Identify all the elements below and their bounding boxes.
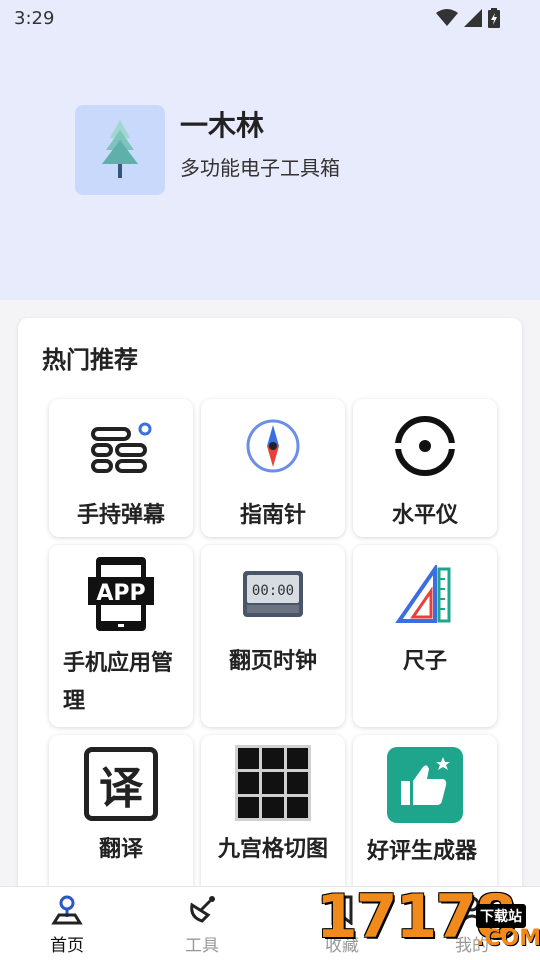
signal-icon [464, 9, 482, 27]
grid-cut-icon [235, 745, 311, 821]
thumbs-up-icon [387, 747, 463, 823]
ruler-icon [395, 565, 451, 623]
clock-text: 00:00 [252, 583, 294, 599]
home-icon [51, 895, 83, 925]
watermark-domain: .COM [476, 926, 540, 951]
tool-translate[interactable]: 译 翻译 [49, 735, 193, 895]
translate-icon: 译 [84, 747, 158, 821]
status-time: 3:29 [14, 7, 55, 29]
tool-barrage[interactable]: 手持弹幕 [49, 399, 193, 537]
status-icons [436, 8, 500, 28]
tab-home[interactable]: 首页 [17, 887, 117, 960]
tool-label: 指南针 [239, 503, 306, 528]
app-badge-text: APP [96, 581, 145, 606]
tool-label: 手持弹幕 [76, 503, 165, 528]
tab-tools[interactable]: 工具 [152, 887, 252, 960]
tool-level[interactable]: 水平仪 [353, 399, 497, 537]
barrage-icon [91, 422, 152, 473]
status-bar: 3:29 [0, 0, 540, 36]
translate-glyph: 译 [99, 763, 143, 814]
tool-label: 九宫格切图 [217, 837, 328, 862]
tool-app-manager[interactable]: APP 手机应用管理 [49, 545, 193, 727]
tree-icon [102, 120, 138, 178]
app-name: 一木林 [180, 109, 265, 142]
tool-label: 好评生成器 [367, 839, 478, 864]
app-logo [75, 105, 165, 195]
tool-review-generator[interactable]: 好评生成器 [353, 735, 497, 895]
tool-label: 翻页时钟 [228, 649, 317, 674]
tool-compass[interactable]: 指南针 [201, 399, 345, 537]
tool-ruler[interactable]: 尺子 [353, 545, 497, 727]
tool-label: 翻译 [98, 837, 143, 862]
app-header: 3:29 一木林 多功能电子工具箱 [0, 0, 540, 300]
tab-label: 首页 [50, 936, 84, 956]
flip-clock-icon: 00:00 [243, 571, 303, 617]
battery-icon [488, 8, 500, 28]
watermark-site: 下载站 [476, 904, 526, 928]
compass-icon [246, 419, 300, 473]
satellite-dish-icon [190, 896, 215, 923]
site-watermark: 17178 下载站 .COM [316, 872, 540, 960]
section-title: 热门推荐 [42, 346, 138, 374]
tool-grid-cut[interactable]: 九宫格切图 [201, 735, 345, 895]
app-description: 多功能电子工具箱 [180, 156, 340, 180]
app-manager-icon: APP [88, 557, 154, 631]
tool-label: 水平仪 [391, 503, 458, 528]
level-icon [392, 416, 458, 476]
tab-label: 工具 [185, 936, 219, 956]
tool-flip-clock[interactable]: 00:00 翻页时钟 [201, 545, 345, 727]
tool-label: 手机应用管理 [63, 651, 174, 714]
wifi-icon [436, 9, 458, 26]
tool-label: 尺子 [402, 649, 447, 674]
